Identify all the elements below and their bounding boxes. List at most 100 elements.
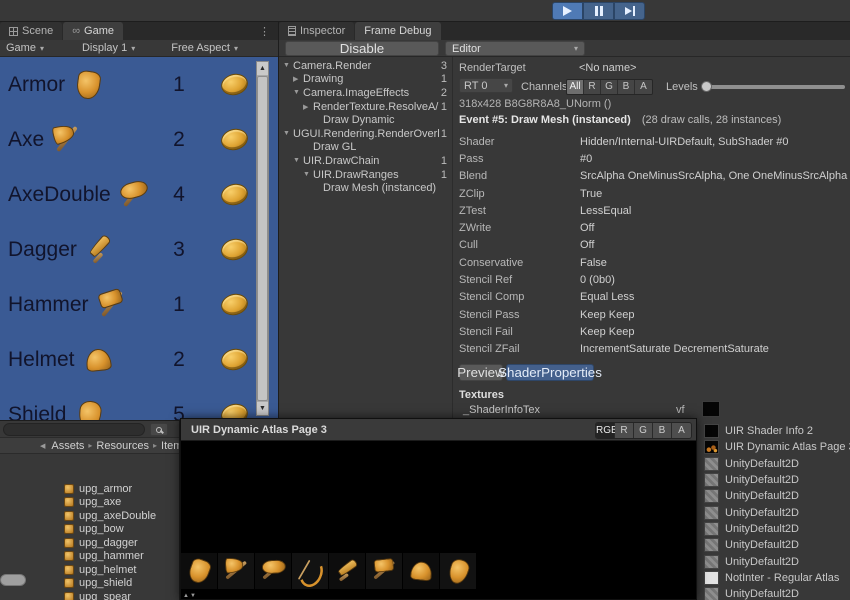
sprite-icon — [219, 554, 253, 588]
foldout-icon[interactable]: ▶ — [293, 75, 303, 83]
kebab-menu-icon[interactable]: ⋮ — [259, 25, 270, 38]
slider-thumb[interactable] — [701, 81, 712, 92]
channel-button[interactable]: All — [567, 80, 584, 94]
texture-list-item[interactable]: UnityDefault2D — [701, 553, 850, 569]
atlas-channel-button[interactable]: A — [672, 423, 691, 438]
inventory-row[interactable]: AxeDouble 4 — [0, 167, 278, 222]
inventory-row[interactable]: Armor 1 — [0, 57, 278, 112]
foldout-icon[interactable]: ▼ — [293, 157, 303, 164]
tab-scene-label: Scene — [22, 25, 53, 37]
asset-row[interactable]: upg_armor — [0, 482, 179, 496]
search-input[interactable] — [3, 423, 145, 436]
asset-row[interactable]: upg_axeDouble — [0, 509, 179, 523]
atlas-window-titlebar[interactable]: UIR Dynamic Atlas Page 3 RGB R G B A — [181, 419, 696, 441]
scroll-down-icon[interactable]: ▼ — [257, 402, 268, 415]
atlas-channel-button[interactable]: B — [653, 423, 672, 438]
channel-button[interactable]: B — [618, 80, 635, 94]
texture-list-item[interactable]: NotInter - Regular Atlas — [701, 570, 850, 586]
texture-list-item[interactable]: UnityDefault2D — [701, 472, 850, 488]
asset-row[interactable]: upg_helmet — [0, 563, 179, 577]
tab-scene[interactable]: Scene — [0, 22, 62, 40]
inventory-row[interactable]: Helmet 2 — [0, 332, 278, 387]
game-scrollbar[interactable]: ▲ ▼ — [256, 61, 269, 416]
play-button[interactable] — [552, 2, 583, 20]
preview-button[interactable]: Preview — [459, 364, 503, 381]
pause-button[interactable] — [583, 2, 614, 20]
event-details: RenderTarget <No name> RT 0 ▾ Channels A… — [454, 57, 850, 420]
aspect-dropdown[interactable]: Free Aspect ▾ — [165, 40, 244, 57]
scrollbar-thumb[interactable] — [257, 76, 268, 401]
item-icon — [71, 68, 105, 102]
frame-event-row[interactable]: Draw Dynamic — [279, 113, 452, 127]
event-label: Draw GL — [313, 141, 440, 153]
event-count: 1 — [440, 169, 452, 181]
asset-row[interactable]: upg_bow — [0, 523, 179, 537]
frame-event-row[interactable]: ▼ Camera.ImageEffects 2 — [279, 86, 452, 100]
game-mode-dropdown[interactable]: Game ▾ — [0, 40, 50, 57]
display-dropdown[interactable]: Display 1 ▾ — [76, 40, 141, 57]
property-value: Keep Keep — [580, 309, 850, 321]
texture-list-item[interactable]: UIR Dynamic Atlas Page 3 — [701, 439, 850, 455]
frame-event-row[interactable]: ▼ UGUI.Rendering.RenderOverla 1 — [279, 127, 452, 141]
frame-event-row[interactable]: Draw GL — [279, 141, 452, 155]
breadcrumb-item[interactable]: Assets ▸ — [51, 440, 96, 452]
inventory-row[interactable]: Hammer 1 — [0, 277, 278, 332]
atlas-channel-button[interactable]: G — [634, 423, 653, 438]
frame-event-row[interactable]: ▶ RenderTexture.ResolveA/ 1 — [279, 100, 452, 114]
event-count: 3 — [440, 60, 452, 72]
inventory-row[interactable]: Axe 2 — [0, 112, 278, 167]
texture-list-item[interactable]: UnityDefault2D — [701, 586, 850, 600]
foldout-icon[interactable]: ▼ — [303, 171, 313, 178]
texture-thumbnail — [704, 440, 719, 454]
inventory-row[interactable]: Shield 5 — [0, 387, 278, 420]
item-count: 1 — [168, 293, 190, 317]
zoom-slider-thumb[interactable] — [0, 574, 26, 586]
asset-row[interactable]: upg_shield — [0, 577, 179, 591]
scroll-up-icon[interactable]: ▲ — [257, 62, 268, 75]
asset-row[interactable]: upg_axe — [0, 496, 179, 510]
channel-button[interactable]: R — [584, 80, 601, 94]
channel-button[interactable]: G — [601, 80, 618, 94]
texture-list-item[interactable]: UnityDefault2D — [701, 456, 850, 472]
step-button[interactable] — [614, 2, 645, 20]
texture-list-item[interactable]: UnityDefault2D — [701, 488, 850, 504]
inventory-row[interactable]: Dagger 3 — [0, 222, 278, 277]
frame-event-row[interactable]: ▼ Camera.Render 3 — [279, 59, 452, 73]
frame-event-row[interactable]: ▼ UIR.DrawChain 1 — [279, 154, 452, 168]
sprite-icon — [256, 554, 290, 588]
atlas-channel-button[interactable]: R — [615, 423, 634, 438]
rt-dropdown[interactable]: RT 0 ▾ — [459, 78, 513, 93]
aspect-label: Free Aspect — [171, 42, 230, 54]
frame-event-row[interactable]: ▼ UIR.DrawRanges 1 — [279, 168, 452, 182]
editor-dropdown[interactable]: Editor ▾ — [445, 41, 585, 56]
texture-list-item[interactable]: UnityDefault2D — [701, 521, 850, 537]
levels-slider[interactable] — [702, 85, 845, 89]
search-button[interactable] — [150, 423, 168, 436]
frame-event-row[interactable]: ▶ Drawing 1 — [279, 73, 452, 87]
asset-name: upg_dagger — [79, 537, 138, 549]
shader-properties-button[interactable]: ShaderProperties — [506, 364, 594, 381]
tab-game[interactable]: ∞ Game — [63, 22, 123, 40]
foldout-icon[interactable]: ▼ — [283, 62, 293, 69]
texture-list-item[interactable]: UnityDefault2D — [701, 504, 850, 520]
channel-button[interactable]: A — [635, 80, 652, 94]
breadcrumb-item[interactable]: Items ▸ — [161, 440, 179, 452]
tab-inspector[interactable]: Inspector — [279, 22, 354, 40]
texture-list-item[interactable]: UnityDefault2D — [701, 537, 850, 553]
foldout-icon[interactable]: ▶ — [303, 103, 313, 111]
event-label: UIR.DrawChain — [303, 155, 440, 167]
texture-list-item[interactable]: UIR Shader Info 2 — [701, 423, 850, 439]
atlas-sprite-thumbnail — [403, 553, 440, 589]
foldout-icon[interactable]: ▼ — [283, 130, 293, 137]
breadcrumb-item[interactable]: Resources ▸ — [96, 440, 161, 452]
atlas-sprite-thumbnail — [218, 553, 255, 589]
asset-row[interactable]: upg_hammer — [0, 550, 179, 564]
asset-row[interactable]: upg_spear — [0, 590, 179, 600]
asset-row[interactable]: upg_dagger — [0, 536, 179, 550]
atlas-texture-preview: ▲▼ — [181, 441, 696, 599]
foldout-icon[interactable]: ▼ — [293, 89, 303, 96]
frame-event-row[interactable]: Draw Mesh (instanced) — [279, 181, 452, 195]
disable-button[interactable]: Disable — [285, 41, 439, 56]
tab-frame-debug[interactable]: Frame Debug — [355, 22, 440, 40]
atlas-channel-button[interactable]: RGB — [596, 423, 615, 438]
